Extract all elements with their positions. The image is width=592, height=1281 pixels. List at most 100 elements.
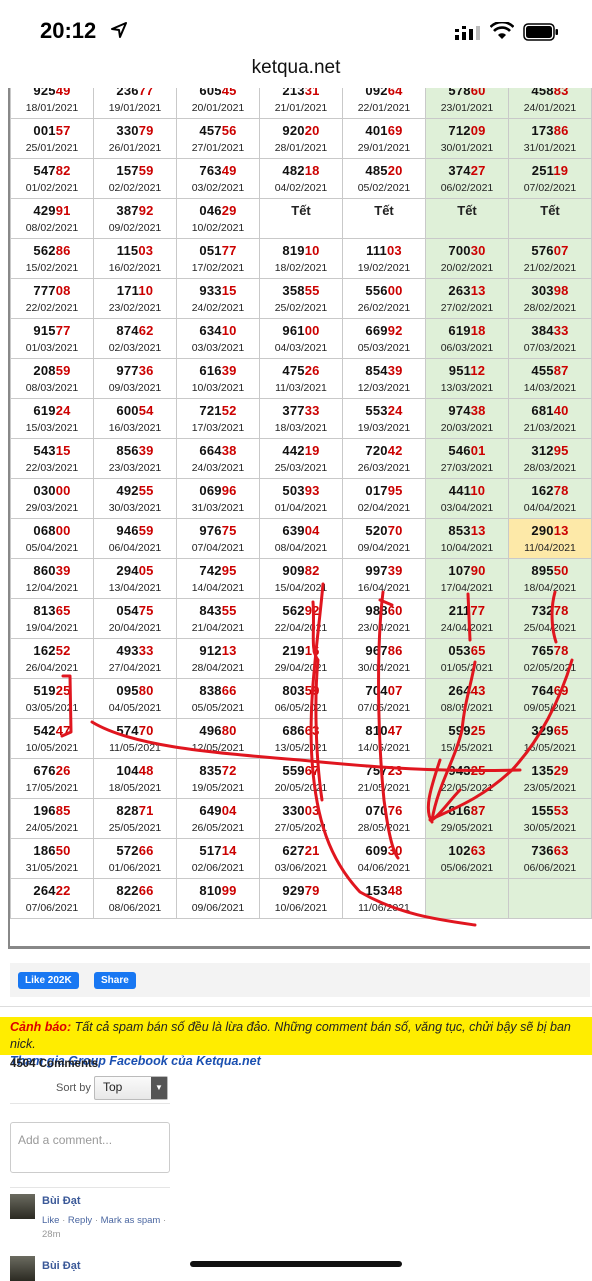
table-row: 16252 26/04/2021 49333 27/04/2021 91213 28/04…: [10, 638, 592, 679]
last-two-digits: 62: [138, 323, 154, 338]
result-cell: 48218 04/02/2021: [259, 158, 343, 199]
result-date: 01/06/2021: [108, 862, 162, 874]
result-number: 93315: [177, 283, 259, 298]
result-number: 63410: [177, 323, 259, 338]
result-number-text: 069: [199, 483, 222, 498]
result-cell: 55324 19/03/2021: [342, 398, 426, 439]
result-date: 18/03/2021: [274, 422, 328, 434]
comment-input[interactable]: Add a comment...: [10, 1122, 170, 1173]
result-date: 29/03/2021: [25, 502, 79, 514]
result-cell: 44219 25/03/2021: [259, 438, 343, 479]
result-number-text: 619: [33, 403, 56, 418]
result-date: 31/03/2021: [191, 502, 245, 514]
result-number-text: 856: [116, 443, 139, 458]
address-bar[interactable]: ketqua.net: [0, 50, 592, 90]
result-date: 18/01/2021: [25, 102, 79, 114]
result-number-text: 251: [531, 163, 554, 178]
result-date: 18/05/2021: [108, 782, 162, 794]
like-link[interactable]: Like: [42, 1215, 59, 1226]
sort-select[interactable]: Top ▼: [94, 1076, 168, 1100]
result-date: 02/03/2021: [108, 342, 162, 354]
result-date: 02/05/2021: [523, 662, 577, 674]
result-number: 29013: [509, 523, 591, 538]
last-two-digits: 26: [55, 763, 71, 778]
result-number: 05177: [177, 243, 259, 258]
result-date: 21/04/2021: [191, 622, 245, 634]
facebook-like-button[interactable]: Like 202K: [18, 972, 79, 989]
result-cell: 48520 05/02/2021: [342, 158, 426, 199]
result-cell: Tết: [508, 198, 592, 239]
result-date: 30/05/2021: [523, 822, 577, 834]
result-cell: 19685 24/05/2021: [10, 798, 94, 839]
avatar[interactable]: [10, 1256, 35, 1281]
result-cell: 80359 06/05/2021: [259, 678, 343, 719]
facebook-share-button[interactable]: Share: [94, 972, 136, 989]
result-cell: 05365 01/05/2021: [425, 638, 509, 679]
result-number: 68140: [509, 403, 591, 418]
result-date: 24/02/2021: [191, 302, 245, 314]
result-number: 15553: [509, 803, 591, 818]
result-date: 19/04/2021: [25, 622, 79, 634]
result-number: 55967: [260, 763, 342, 778]
result-cell: 87462 02/03/2021: [93, 318, 177, 359]
last-two-digits: 00: [55, 483, 71, 498]
result-date: 06/03/2021: [440, 342, 494, 354]
result-date: 10/03/2021: [191, 382, 245, 394]
last-two-digits: 85: [55, 803, 71, 818]
result-number: 85313: [426, 523, 508, 538]
result-number: 26422: [11, 883, 93, 898]
last-two-digits: 04: [221, 803, 237, 818]
result-number: 48218: [260, 163, 342, 178]
result-number-text: 676: [33, 763, 56, 778]
reply-link[interactable]: Reply: [68, 1215, 92, 1226]
result-number: 25119: [509, 163, 591, 178]
last-two-digits: 08: [55, 283, 71, 298]
result-number-text: 068: [33, 523, 56, 538]
result-cell: 38433 07/03/2021: [508, 318, 592, 359]
result-number: 81910: [260, 243, 342, 258]
last-two-digits: 15: [55, 443, 71, 458]
last-two-digits: 70: [387, 523, 403, 538]
last-two-digits: 65: [55, 603, 71, 618]
result-cell: 17110 23/02/2021: [93, 278, 177, 319]
result-date: 03/03/2021: [191, 342, 245, 354]
result-cell: 63410 03/03/2021: [176, 318, 260, 359]
result-number-text: 777: [33, 283, 56, 298]
result-cell: 44110 03/04/2021: [425, 478, 509, 519]
result-date: 25/04/2021: [523, 622, 577, 634]
last-two-digits: 13: [221, 643, 237, 658]
comment-author[interactable]: Bùi Đạt: [42, 1260, 81, 1272]
result-number: 57860: [426, 88, 508, 98]
result-number-text: 155: [531, 803, 554, 818]
last-two-digits: 69: [387, 123, 403, 138]
result-cell: 81687 29/05/2021: [425, 798, 509, 839]
result-number: 87462: [94, 323, 176, 338]
result-number-text: 543: [33, 443, 56, 458]
result-cell: 92979 10/06/2021: [259, 878, 343, 919]
result-date: 18/04/2021: [523, 582, 577, 594]
sort-label: Sort by: [56, 1082, 91, 1094]
result-number-text: 925: [33, 88, 56, 98]
result-date: 24/04/2021: [440, 622, 494, 634]
result-number-text: 599: [448, 723, 471, 738]
result-cell: 21177 24/04/2021: [425, 598, 509, 639]
result-number-text: 853: [448, 523, 471, 538]
result-date: 30/04/2021: [357, 662, 411, 674]
last-two-digits: 15: [221, 283, 237, 298]
result-cell: 23677 19/01/2021: [93, 88, 177, 119]
avatar[interactable]: [10, 1194, 35, 1219]
mark-as-spam-link[interactable]: Mark as spam: [101, 1215, 161, 1226]
result-date: 05/02/2021: [357, 182, 411, 194]
last-two-digits: 04: [304, 523, 320, 538]
last-two-digits: 49: [221, 163, 237, 178]
last-two-digits: 19: [553, 163, 569, 178]
comment-author[interactable]: Bùi Đạt: [42, 1195, 81, 1207]
last-two-digits: 10: [138, 283, 154, 298]
result-number: 74295: [177, 563, 259, 578]
result-number: 97736: [94, 363, 176, 378]
result-cell: 05475 20/04/2021: [93, 598, 177, 639]
table-row: 20859 08/03/2021 97736 09/03/2021 61639 10/03…: [10, 358, 592, 399]
result-cell: 72152 17/03/2021: [176, 398, 260, 439]
last-two-digits: 23: [387, 763, 403, 778]
result-number-text: 915: [33, 323, 56, 338]
